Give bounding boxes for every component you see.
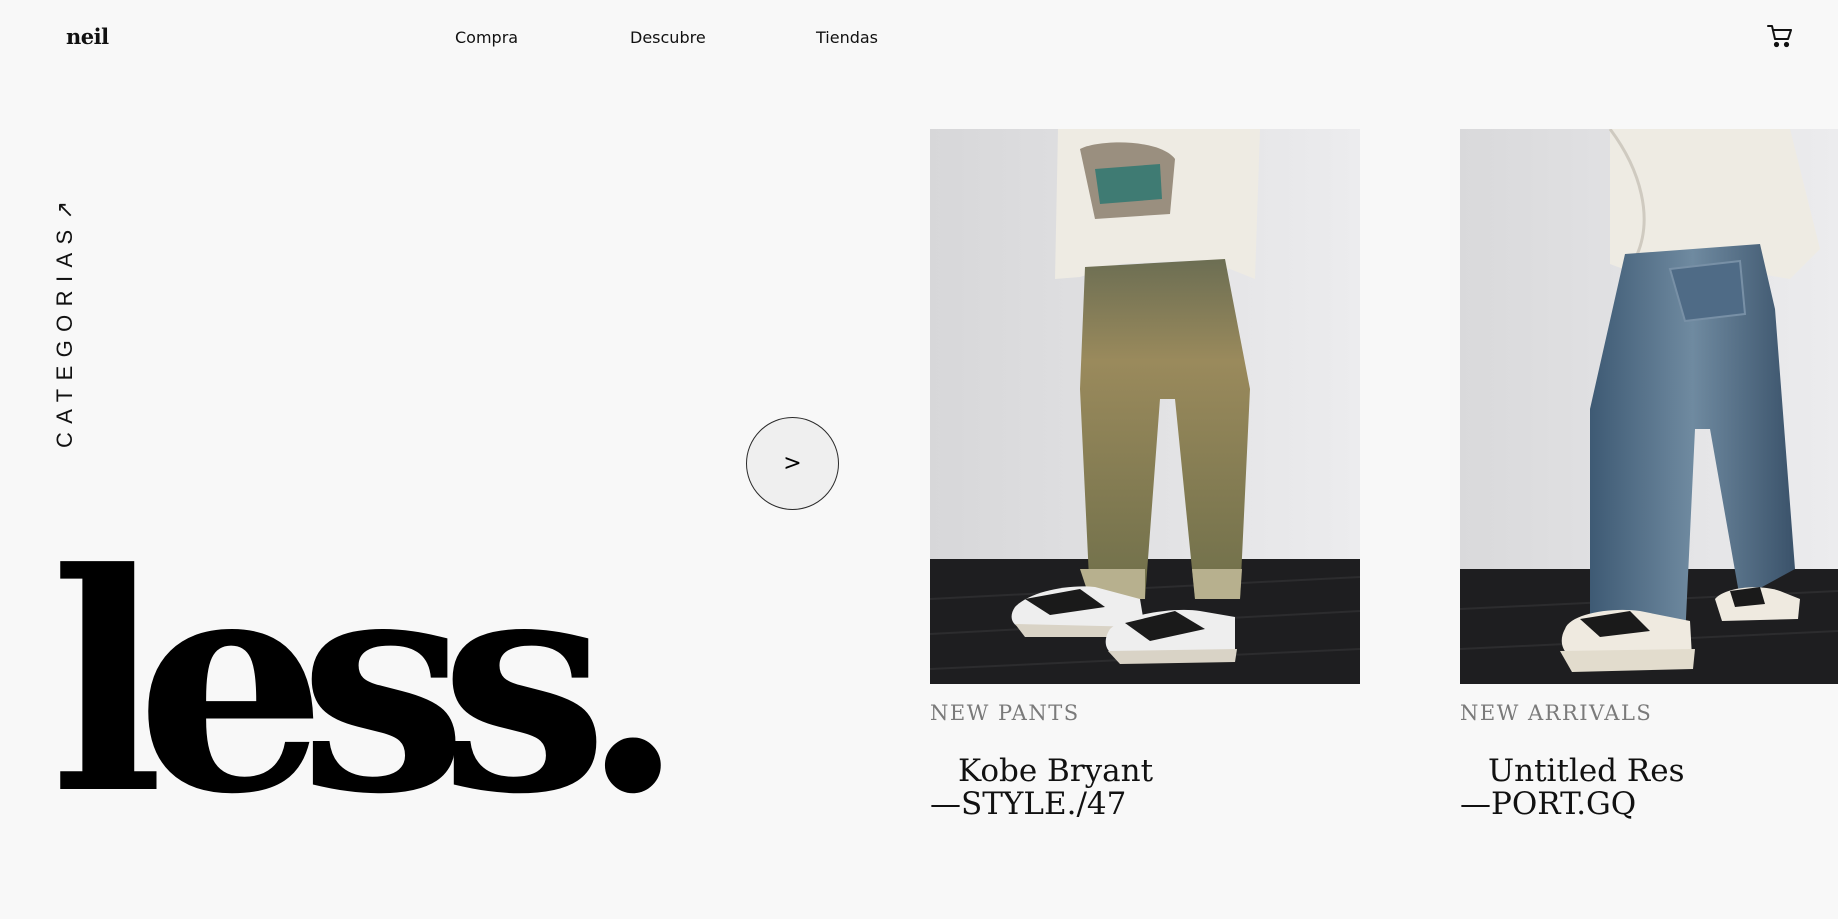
product-title-line2: —STYLE./47 [930, 786, 1127, 822]
page: neil Compra Descubre Tiendas CATEGORIAS↗… [0, 0, 1838, 919]
carousel-next-button[interactable]: > [746, 417, 839, 510]
nav-link-compra[interactable]: Compra [455, 28, 518, 47]
arrow-up-right-icon: ↗ [52, 200, 77, 220]
cart-icon[interactable] [1767, 24, 1793, 48]
nav-link-descubre[interactable]: Descubre [630, 28, 706, 47]
product-title-line1: Kobe Bryant [958, 753, 1154, 789]
product-title-line1: Untitled Res [1488, 753, 1685, 789]
product-tag: NEW ARRIVALS [1460, 701, 1653, 725]
product-photo[interactable] [930, 129, 1360, 684]
product-title[interactable]: Untitled Res —PORT.GQ [1460, 755, 1838, 821]
product-card[interactable]: NEW ARRIVALS Untitled Res —PORT.GQ [1460, 129, 1838, 821]
product-photo[interactable] [1460, 129, 1838, 684]
product-card[interactable]: NEW PANTS Kobe Bryant —STYLE./47 [930, 129, 1360, 821]
chevron-right-icon: > [783, 451, 802, 476]
categories-link[interactable]: CATEGORIAS↗ [52, 201, 78, 448]
product-title-line2: —PORT.GQ [1460, 786, 1637, 822]
product-tag: NEW PANTS [930, 701, 1080, 725]
categories-label: CATEGORIAS [52, 221, 77, 448]
product-title[interactable]: Kobe Bryant —STYLE./47 [930, 755, 1360, 821]
hero-heading: less. [50, 507, 685, 860]
nav-link-tiendas[interactable]: Tiendas [816, 28, 878, 47]
brand-logo[interactable]: neil [66, 24, 109, 49]
